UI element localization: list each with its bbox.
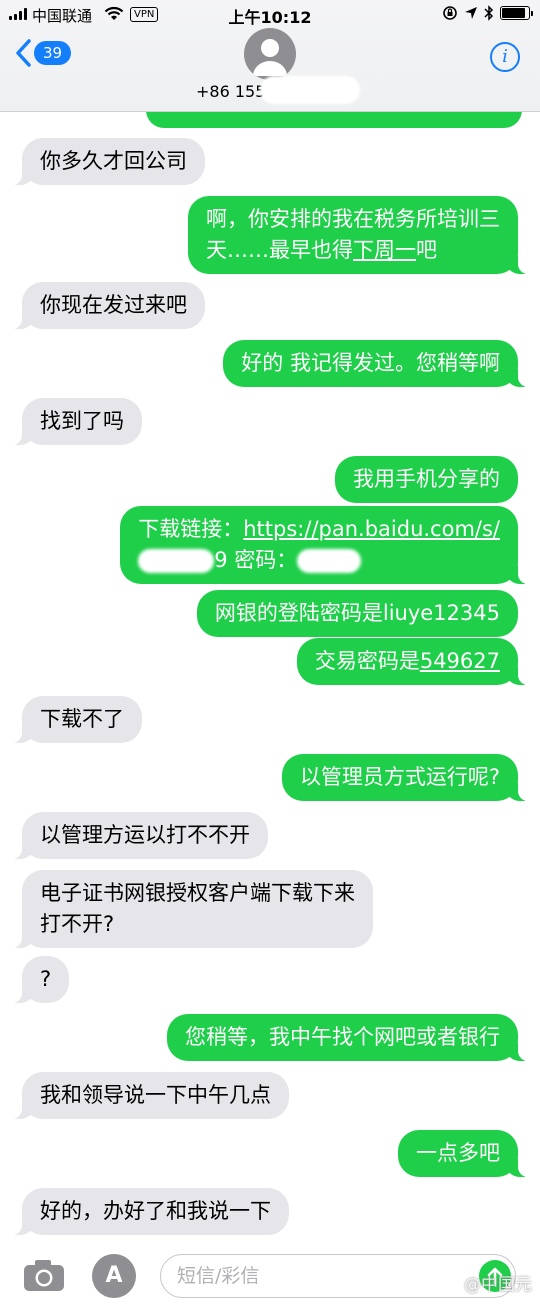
message-bubble-outgoing[interactable]: 我用手机分享的 [335,456,518,503]
message-bubble-outgoing[interactable]: 下载链接：https://pan.baidu.com/s/ 9 密码： [120,506,528,584]
message-text: 以管理员方式运行呢? [299,765,500,789]
message-text: 打不开? [40,912,115,936]
message-text: 下载不了 [40,707,124,731]
number-link[interactable]: 549627 [420,649,500,673]
message-text: 交易密码是 [314,649,420,673]
message-bubble-incoming[interactable]: 以管理方运以打不不开 [12,812,268,859]
redaction-mask [297,549,362,573]
compose-bar: A 短信/彩信 [0,1240,540,1304]
message-bubble-incoming[interactable]: 我和领导说一下中午几点 [12,1072,289,1119]
redaction-mask [138,549,215,573]
message-bubble-outgoing[interactable]: 网银的登陆密码是liuye12345 [196,590,518,637]
redaction-mask [260,76,360,104]
message-text: 9 [214,548,228,572]
camera-icon[interactable] [22,1258,66,1292]
message-bubble-outgoing[interactable]: 好的 我记得发过。您稍等啊 [223,340,528,387]
message-text: 密码： [227,548,298,572]
message-bubble-incoming[interactable]: 你现在发过来吧 [12,282,205,329]
message-input[interactable]: 短信/彩信 [160,1254,516,1298]
message-text: 吧 [416,238,437,262]
message-text: 你现在发过来吧 [40,293,187,317]
message-bubble-outgoing[interactable]: 您稍等，我中午找个网吧或者银行 [167,1014,528,1061]
message-text: 你多久才回公司 [40,149,187,173]
chevron-left-icon [16,39,31,67]
message-bubble-outgoing[interactable]: 啊，你安排的我在税务所培训三 天……最早也得下周一吧 [188,196,528,274]
message-text: 下载链接： [138,517,244,541]
unread-count-badge: 39 [34,41,72,65]
message-bubble-incoming[interactable]: ? [11,956,70,1003]
location-icon [465,7,477,19]
message-bubble-outgoing[interactable]: 一点多吧 [398,1130,528,1177]
info-button[interactable]: i [490,42,520,72]
message-bubble-outgoing[interactable]: 交易密码是549627 [296,638,529,685]
person-icon [253,39,287,76]
message-text: 一点多吧 [416,1141,500,1165]
message-bubble-incoming[interactable]: 你多久才回公司 [12,138,205,185]
battery-icon [500,6,533,20]
message-text: 天……最早也得 [206,238,353,262]
message-bubble-incoming[interactable]: 好的，办好了和我说一下 [12,1188,289,1235]
message-text: 好的 我记得发过。您稍等啊 [241,351,500,375]
back-button[interactable]: 39 [14,38,72,68]
message-text: 网银的登陆密码是liuye12345 [214,601,500,625]
message-text: 好的，办好了和我说一下 [40,1199,271,1223]
message-text: ? [40,967,52,991]
status-bar: 中国联通 VPN 上午10:12 [0,0,540,28]
message-bubble-incoming[interactable]: 电子证书网银授权客户端下载下来 打不开? [12,870,373,948]
message-text: 您稍等，我中午找个网吧或者银行 [185,1025,500,1049]
message-text: 我用手机分享的 [353,467,500,491]
battery-level [502,8,526,18]
share-link[interactable]: https://pan.baidu.com/s/ [243,517,500,541]
bluetooth-icon [484,5,494,21]
message-text: 电子证书网银授权客户端下载下来 [40,881,355,905]
date-link[interactable]: 下周一 [353,238,416,262]
message-text: 以管理方运以打不不开 [40,823,250,847]
message-bubble-incoming[interactable]: 下载不了 [12,696,142,743]
status-right-icons [442,5,533,21]
message-text: 找到了吗 [40,409,124,433]
app-store-icon[interactable]: A [92,1254,136,1298]
message-bubble-incoming[interactable]: 找到了吗 [12,398,142,445]
message-text: 我和领导说一下中午几点 [40,1083,271,1107]
message-text: 啊，你安排的我在税务所培训三 [206,207,500,231]
rotation-lock-icon [443,6,457,20]
message-bubble-outgoing[interactable]: 以管理员方式运行呢? [281,754,529,801]
contact-avatar[interactable] [244,28,296,80]
input-placeholder: 短信/彩信 [177,1265,260,1287]
contact-number[interactable]: +86 155 [196,82,265,101]
conversation-header: 中国联通 VPN 上午10:12 39 +86 155 i [0,0,540,112]
watermark: @中国元 [464,1275,532,1295]
